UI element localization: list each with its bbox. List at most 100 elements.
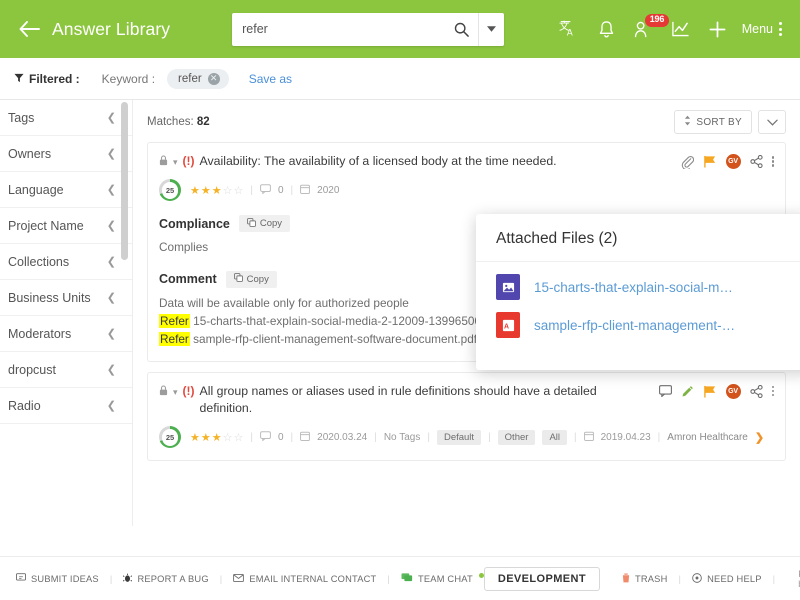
header-icon-group: 文A 196 Menu: [551, 10, 790, 48]
user-mentions-icon[interactable]: 196: [625, 10, 662, 48]
card-actions: GV: [681, 154, 775, 169]
list-item[interactable]: A sample-rfp-client-management-…: [496, 312, 795, 338]
svg-text:A: A: [567, 27, 573, 37]
analytics-chart-icon[interactable]: [662, 10, 699, 48]
organization-link[interactable]: Amron Healthcare: [667, 432, 748, 443]
sidebar-item-collections[interactable]: Collections ❮: [0, 244, 132, 280]
star-icon: ☆: [223, 431, 233, 444]
card-collapse-caret-icon[interactable]: ▾: [173, 387, 178, 398]
star-icon: ★: [212, 431, 222, 444]
share-icon[interactable]: [750, 155, 763, 168]
divider: |: [488, 432, 491, 443]
flag-icon[interactable]: [703, 385, 717, 398]
add-new-icon[interactable]: [699, 10, 736, 48]
card-date: 2020: [317, 185, 339, 196]
star-icon: ☆: [223, 184, 233, 197]
menu-button[interactable]: Menu: [742, 22, 773, 36]
comments-count: 0: [278, 432, 284, 443]
attached-file-name[interactable]: sample-rfp-client-management-…: [534, 318, 735, 333]
divider: |: [291, 432, 294, 443]
share-icon[interactable]: [750, 385, 763, 398]
copy-button[interactable]: Copy: [239, 215, 290, 232]
sidebar-item-dropcust[interactable]: dropcust ❮: [0, 352, 132, 388]
email-internal-contact-link[interactable]: EMAIL INTERNAL CONTACT: [233, 574, 376, 584]
search-dropdown-caret-icon[interactable]: [478, 13, 504, 46]
star-icon: ★: [190, 184, 200, 197]
rating-stars[interactable]: ★ ★ ★ ☆ ☆: [190, 431, 243, 444]
search-icon[interactable]: [444, 13, 478, 46]
paperclip-icon[interactable]: [681, 155, 694, 169]
need-help-link[interactable]: NEED HELP: [692, 573, 762, 585]
sort-dropdown-caret-icon[interactable]: [758, 110, 786, 134]
envelope-icon: [233, 574, 244, 584]
card-date-secondary: 2019.04.23: [601, 432, 651, 443]
sidebar-item-radio[interactable]: Radio ❮: [0, 388, 132, 424]
divider: |: [220, 574, 223, 584]
chevron-left-icon: ❮: [107, 363, 116, 376]
sidebar-item-language[interactable]: Language ❮: [0, 172, 132, 208]
footer-link-label: EMAIL INTERNAL CONTACT: [249, 574, 376, 584]
star-icon: ★: [190, 431, 200, 444]
alert-icon: (!): [183, 154, 195, 168]
chevron-right-icon[interactable]: ❯: [755, 431, 764, 444]
search-box[interactable]: [232, 13, 504, 46]
score-ring: 25: [159, 179, 181, 201]
attached-file-name[interactable]: 15-charts-that-explain-social-m…: [534, 280, 733, 295]
flag-icon[interactable]: [703, 155, 717, 168]
notifications-bell-icon[interactable]: [588, 10, 625, 48]
copy-label: Copy: [247, 274, 269, 285]
save-as-button[interactable]: Save as: [249, 72, 292, 86]
star-icon: ★: [212, 184, 222, 197]
star-icon: ☆: [234, 431, 244, 444]
sidebar-item-label: Business Units: [8, 291, 91, 305]
sidebar-item-label: Radio: [8, 399, 41, 413]
card-more-vertical-icon[interactable]: [772, 386, 775, 397]
translate-icon[interactable]: 文A: [551, 10, 588, 48]
report-bug-link[interactable]: REPORT A BUG: [123, 573, 208, 585]
avatar[interactable]: GV: [726, 384, 741, 399]
card-collapse-caret-icon[interactable]: ▾: [173, 157, 178, 168]
divider: |: [250, 432, 253, 443]
sidebar-item-business-units[interactable]: Business Units ❮: [0, 280, 132, 316]
page-title: Answer Library: [52, 19, 170, 40]
copy-icon: [247, 218, 256, 230]
header-more-vertical-icon[interactable]: [773, 16, 790, 42]
copy-button[interactable]: Copy: [226, 271, 277, 288]
calendar-icon: [300, 184, 310, 197]
image-file-icon: [496, 274, 520, 300]
rating-stars[interactable]: ★ ★ ★ ☆ ☆: [190, 184, 243, 197]
close-circle-icon[interactable]: ✕: [208, 73, 220, 85]
sidebar-scrollbar[interactable]: [121, 102, 128, 260]
team-chat-link[interactable]: TEAM CHAT: [401, 573, 484, 584]
section-title: Comment: [159, 272, 217, 286]
copy-label: Copy: [260, 218, 282, 229]
comment-icon[interactable]: [659, 385, 672, 397]
submit-ideas-link[interactable]: SUBMIT IDEAS: [16, 573, 99, 584]
footer-link-label: TRASH: [635, 574, 668, 584]
matches-label: Matches:: [147, 116, 194, 128]
footer-link-label: REPORT A BUG: [137, 574, 208, 584]
environment-badge: DEVELOPMENT: [484, 567, 600, 591]
trash-link[interactable]: TRASH: [622, 573, 668, 585]
divider: |: [574, 432, 577, 443]
sidebar-item-moderators[interactable]: Moderators ❮: [0, 316, 132, 352]
avatar[interactable]: GV: [726, 154, 741, 169]
main-body: Tags ❮ Owners ❮ Language ❮ Project Name …: [0, 100, 800, 526]
score-ring: 25: [159, 426, 181, 448]
sort-by-button[interactable]: SORT BY: [674, 110, 752, 134]
matches-value: 82: [197, 116, 210, 128]
edit-pen-icon[interactable]: [681, 385, 694, 398]
sidebar-item-owners[interactable]: Owners ❮: [0, 136, 132, 172]
copy-icon: [234, 273, 243, 285]
back-arrow-icon[interactable]: [14, 14, 44, 44]
list-item[interactable]: 15-charts-that-explain-social-m…: [496, 274, 795, 300]
lock-icon: [159, 385, 168, 399]
sidebar-item-tags[interactable]: Tags ❮: [0, 100, 132, 136]
chevron-left-icon: ❮: [107, 219, 116, 232]
search-input[interactable]: [232, 13, 444, 46]
footer-link-label: TEAM CHAT: [418, 574, 473, 584]
star-icon: ★: [201, 431, 211, 444]
results-panel: Matches: 82 SORT BY: [133, 100, 800, 526]
card-more-vertical-icon[interactable]: [772, 156, 775, 167]
sidebar-item-project-name[interactable]: Project Name ❮: [0, 208, 132, 244]
